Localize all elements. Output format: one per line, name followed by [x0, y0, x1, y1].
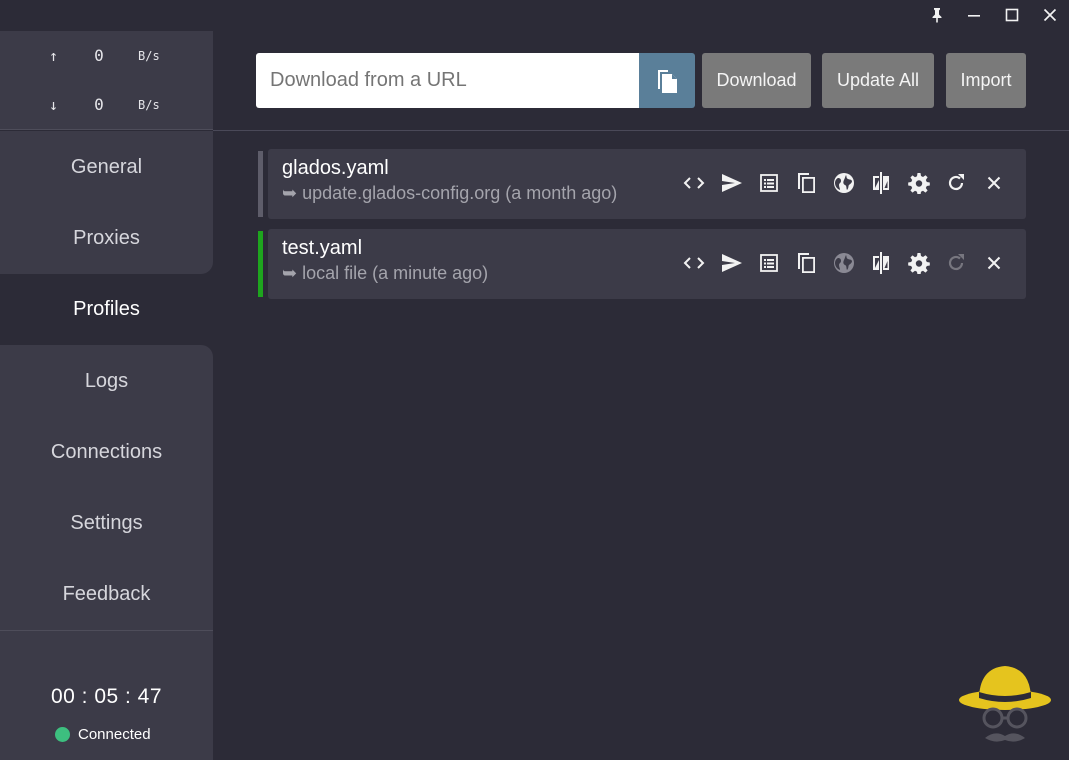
profile-source: ➥ update.glados-config.org (a month ago)	[282, 183, 618, 203]
pin-icon[interactable]	[925, 4, 949, 26]
delete-icon[interactable]	[981, 250, 1007, 276]
profile-item-glados[interactable]: glados.yaml ➥ update.glados-config.org (…	[268, 149, 1026, 219]
code-icon[interactable]	[681, 250, 707, 276]
traffic-panel: ↑ 0 B/s ↓ 0 B/s	[0, 31, 213, 130]
code-icon[interactable]	[681, 170, 707, 196]
status-panel: 00 : 05 : 47 Connected	[0, 630, 213, 760]
list-icon[interactable]	[756, 170, 782, 196]
paste-button[interactable]	[639, 53, 695, 108]
connection-dot-icon	[55, 727, 70, 742]
url-input[interactable]	[256, 53, 639, 108]
maximize-icon[interactable]	[1000, 4, 1024, 26]
globe-icon[interactable]	[831, 170, 857, 196]
refresh-icon-disabled	[943, 250, 969, 276]
sidebar-item-proxies[interactable]: Proxies	[0, 203, 213, 274]
download-button[interactable]: Download	[702, 53, 811, 108]
connection-label: Connected	[78, 726, 151, 743]
profile-source: ➥ local file (a minute ago)	[282, 263, 489, 283]
sidebar-item-profiles[interactable]: Profiles	[0, 274, 213, 345]
sidebar-item-feedback[interactable]: Feedback	[0, 559, 213, 630]
title-bar	[0, 0, 1069, 31]
profile-item-test[interactable]: test.yaml ➥ local file (a minute ago)	[268, 229, 1026, 299]
download-speed: ↓ 0 B/s	[0, 94, 213, 118]
compare-icon[interactable]	[868, 170, 894, 196]
profile-indicator	[258, 151, 263, 217]
connection-status: Connected	[55, 726, 151, 743]
paste-icon	[658, 69, 677, 93]
download-unit: B/s	[138, 98, 160, 112]
minimize-icon[interactable]	[962, 4, 986, 26]
update-all-button[interactable]: Update All	[822, 53, 934, 108]
upload-unit: B/s	[138, 49, 160, 63]
sidebar-item-connections[interactable]: Connections	[0, 417, 213, 488]
compare-icon[interactable]	[868, 250, 894, 276]
send-icon[interactable]	[719, 250, 745, 276]
mascot-logo-icon	[959, 666, 1051, 742]
import-button[interactable]: Import	[946, 53, 1026, 108]
profile-indicator-selected	[258, 231, 263, 297]
send-icon[interactable]	[719, 170, 745, 196]
gear-icon[interactable]	[906, 170, 932, 196]
uptime-timer: 00 : 05 : 47	[50, 685, 163, 708]
sidebar-item-settings[interactable]: Settings	[0, 488, 213, 559]
delete-icon[interactable]	[981, 170, 1007, 196]
profile-name: glados.yaml	[282, 157, 389, 179]
upload-value: 0	[94, 46, 104, 65]
profile-name: test.yaml	[282, 237, 363, 259]
globe-icon-disabled	[831, 250, 857, 276]
refresh-icon[interactable]	[943, 170, 969, 196]
sidebar-item-logs[interactable]: Logs	[0, 346, 213, 417]
sidebar: ↑ 0 B/s ↓ 0 B/s General Proxies Profiles…	[0, 31, 213, 760]
copy-icon[interactable]	[793, 250, 819, 276]
download-arrow-icon: ↓	[49, 96, 59, 114]
sidebar-item-general[interactable]: General	[0, 132, 213, 203]
gear-icon[interactable]	[906, 250, 932, 276]
close-icon[interactable]	[1038, 4, 1062, 26]
toolbar-divider	[213, 130, 1069, 131]
upload-speed: ↑ 0 B/s	[0, 45, 213, 69]
copy-icon[interactable]	[793, 170, 819, 196]
list-icon[interactable]	[756, 250, 782, 276]
download-value: 0	[94, 95, 104, 114]
upload-arrow-icon: ↑	[49, 47, 59, 65]
